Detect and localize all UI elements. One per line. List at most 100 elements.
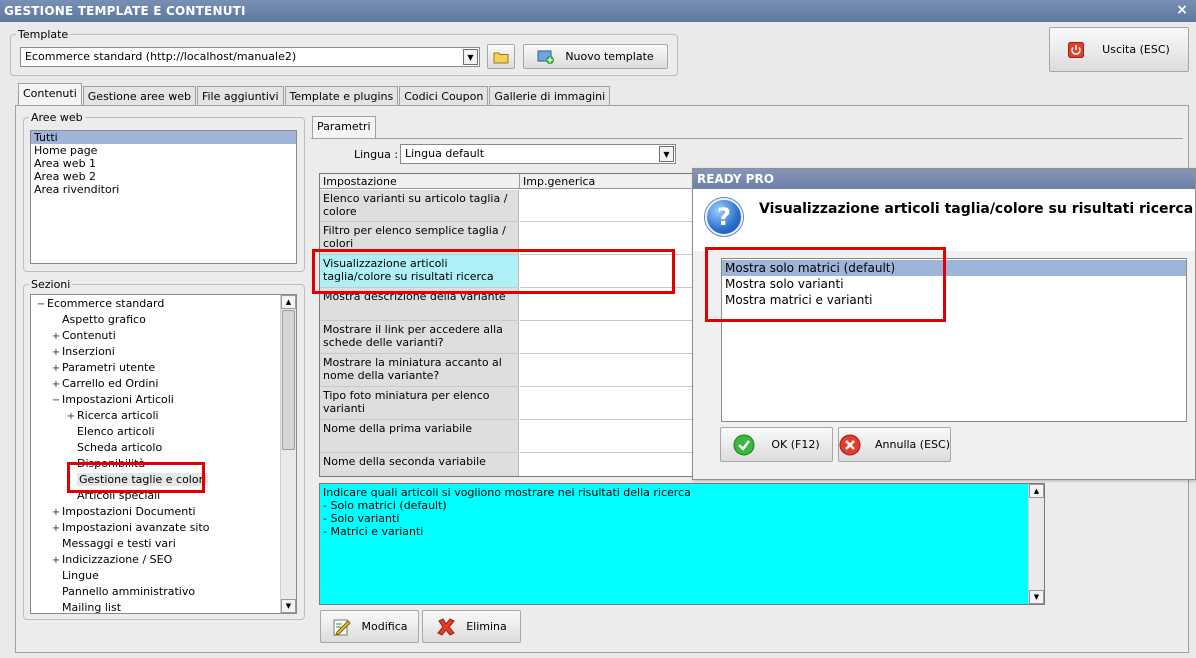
tree-item[interactable]: Scheda articolo (65, 440, 162, 456)
tree-item[interactable]: Pannello amministrativo (50, 584, 195, 600)
options-list[interactable]: Mostra solo matrici (default) Mostra sol… (721, 258, 1187, 422)
scroll-down-icon[interactable]: ▼ (1029, 590, 1044, 604)
tree-item[interactable]: Lingue (50, 568, 99, 584)
collapse-icon[interactable]: − (35, 297, 47, 313)
tab-file-aggiuntivi[interactable]: File aggiuntivi (196, 86, 284, 106)
grid-row-value[interactable] (520, 453, 692, 476)
check-icon (733, 434, 755, 455)
cancel-button[interactable]: Annulla (ESC) (838, 427, 951, 462)
scroll-thumb[interactable] (282, 310, 295, 450)
list-item[interactable]: Tutti (31, 131, 296, 144)
grid-row-value[interactable] (520, 354, 692, 387)
delete-button[interactable]: Elimina (422, 610, 521, 643)
tree-item[interactable]: + Ricerca articoli (65, 408, 159, 424)
exit-button[interactable]: Uscita (ESC) (1049, 27, 1189, 72)
tree-item[interactable]: + Impostazioni Documenti (50, 504, 196, 520)
sezioni-label: Sezioni (29, 278, 73, 291)
close-icon[interactable]: × (1176, 2, 1188, 18)
tree-item[interactable]: − Impostazioni Articoli (50, 392, 174, 408)
tree-item[interactable]: − Ecommerce standard (35, 296, 165, 313)
expand-icon[interactable]: + (50, 553, 62, 569)
option-matrici-varianti[interactable]: Mostra matrici e varianti (722, 292, 1186, 308)
modify-button[interactable]: Modifica (320, 610, 419, 643)
aree-web-list[interactable]: Tutti Home page Area web 1 Area web 2 Ar… (30, 130, 297, 264)
description-line: - Solo varianti (323, 512, 400, 525)
settings-grid[interactable]: Impostazione Imp.generica Elenco variant… (319, 173, 693, 477)
tree-item[interactable]: Aspetto grafico (50, 312, 146, 328)
description-line: Indicare quali articoli si vogliono most… (323, 486, 691, 499)
tree-item[interactable]: Messaggi e testi vari (50, 536, 176, 552)
scroll-up-icon[interactable]: ▲ (281, 295, 296, 309)
tree-item[interactable]: Disponibilità (65, 456, 145, 472)
grid-row-label[interactable]: Filtro per elenco semplice taglia / colo… (320, 222, 519, 255)
grid-row-value[interactable] (520, 255, 692, 288)
tree-item[interactable]: Articoli speciali (65, 488, 160, 504)
tree-item[interactable]: + Indicizzazione / SEO (50, 552, 172, 568)
expand-icon[interactable]: + (65, 409, 77, 425)
tree-item-label: Mailing list (62, 601, 122, 614)
tree-item-label: Scheda articolo (77, 441, 163, 454)
grid-row-value[interactable] (520, 288, 692, 321)
column-header-imp-generica: Imp.generica (520, 174, 692, 189)
chevron-down-icon[interactable]: ▼ (463, 49, 478, 65)
grid-row-label[interactable]: Elenco varianti su articolo taglia / col… (320, 190, 519, 222)
grid-row-label[interactable]: Nome della seconda variabile (320, 453, 519, 476)
tree-scrollbar[interactable]: ▲ ▼ (280, 295, 296, 613)
tree-item-label: Gestione taglie e colori (77, 473, 209, 486)
window-title: GESTIONE TEMPLATE E CONTENUTI (4, 4, 246, 18)
expand-icon[interactable]: + (50, 345, 62, 361)
grid-row-value[interactable] (520, 321, 692, 354)
tab-contenuti[interactable]: Contenuti (18, 83, 82, 106)
column-header-impostazione: Impostazione (320, 174, 520, 189)
tree-item[interactable]: Gestione taglie e colori (65, 472, 209, 488)
grid-row-label[interactable]: Mostrare il link per accedere alla sched… (320, 321, 519, 354)
tab-template-plugins[interactable]: Template e plugins (284, 86, 399, 106)
option-solo-varianti[interactable]: Mostra solo varianti (722, 276, 1186, 292)
collapse-icon[interactable]: − (50, 393, 62, 409)
tab-gestione-aree-web[interactable]: Gestione aree web (82, 86, 196, 106)
new-template-button[interactable]: Nuovo template (523, 44, 668, 69)
tab-gallerie-immagini[interactable]: Gallerie di immagini (489, 86, 611, 106)
expand-icon[interactable]: + (50, 361, 62, 377)
tree-item[interactable]: + Contenuti (50, 328, 116, 344)
ok-button[interactable]: OK (F12) (720, 427, 833, 462)
grid-row-label[interactable]: Visualizzazione articoli taglia/colore s… (320, 255, 519, 288)
tree-item-label: Lingue (62, 569, 99, 582)
list-item[interactable]: Area web 2 (31, 170, 296, 183)
chevron-down-icon[interactable]: ▼ (659, 146, 674, 162)
scroll-up-icon[interactable]: ▲ (1029, 484, 1044, 498)
grid-row-label[interactable]: Tipo foto miniatura per elenco varianti (320, 387, 519, 420)
list-item[interactable]: Home page (31, 144, 296, 157)
option-solo-matrici[interactable]: Mostra solo matrici (default) (722, 260, 1186, 276)
sezioni-tree[interactable]: − Ecommerce standard Aspetto grafico + Conte… (30, 294, 297, 614)
template-select[interactable]: Ecommerce standard (http://localhost/man… (20, 47, 480, 67)
lingua-select[interactable]: Lingua default ▼ (400, 144, 676, 164)
tab-parametri[interactable]: Parametri (312, 116, 376, 139)
grid-row-label[interactable]: Mostra descrizione della variante (320, 288, 519, 321)
grid-row-label[interactable]: Mostrare la miniatura accanto al nome de… (320, 354, 519, 387)
new-template-label: Nuovo template (565, 50, 654, 63)
list-item[interactable]: Area web 1 (31, 157, 296, 170)
grid-row-value[interactable] (520, 222, 692, 255)
expand-icon[interactable]: + (50, 329, 62, 345)
tab-codici-coupon[interactable]: Codici Coupon (399, 86, 489, 106)
expand-icon[interactable]: + (50, 505, 62, 521)
tree-item[interactable]: Mailing list (50, 600, 122, 614)
open-folder-button[interactable] (487, 44, 515, 69)
dialog-question: Visualizzazione articoli taglia/colore s… (759, 201, 1194, 217)
tree-item[interactable]: + Parametri utente (50, 360, 155, 376)
grid-row-label[interactable]: Nome della prima variabile (320, 420, 519, 453)
tree-item[interactable]: + Inserzioni (50, 344, 115, 360)
grid-row-value[interactable] (520, 387, 692, 420)
tree-item[interactable]: + Impostazioni avanzate sito (50, 520, 210, 537)
edit-icon (333, 619, 351, 636)
grid-row-value[interactable] (520, 190, 692, 222)
list-item[interactable]: Area rivenditori (31, 183, 296, 196)
tree-item[interactable]: + Carrello ed Ordini (50, 376, 159, 393)
expand-icon[interactable]: + (50, 377, 62, 393)
expand-icon[interactable]: + (50, 521, 62, 537)
tree-item[interactable]: Elenco articoli (65, 424, 155, 440)
scroll-down-icon[interactable]: ▼ (281, 599, 296, 613)
description-scrollbar[interactable]: ▲ ▼ (1028, 484, 1044, 604)
grid-row-value[interactable] (520, 420, 692, 453)
